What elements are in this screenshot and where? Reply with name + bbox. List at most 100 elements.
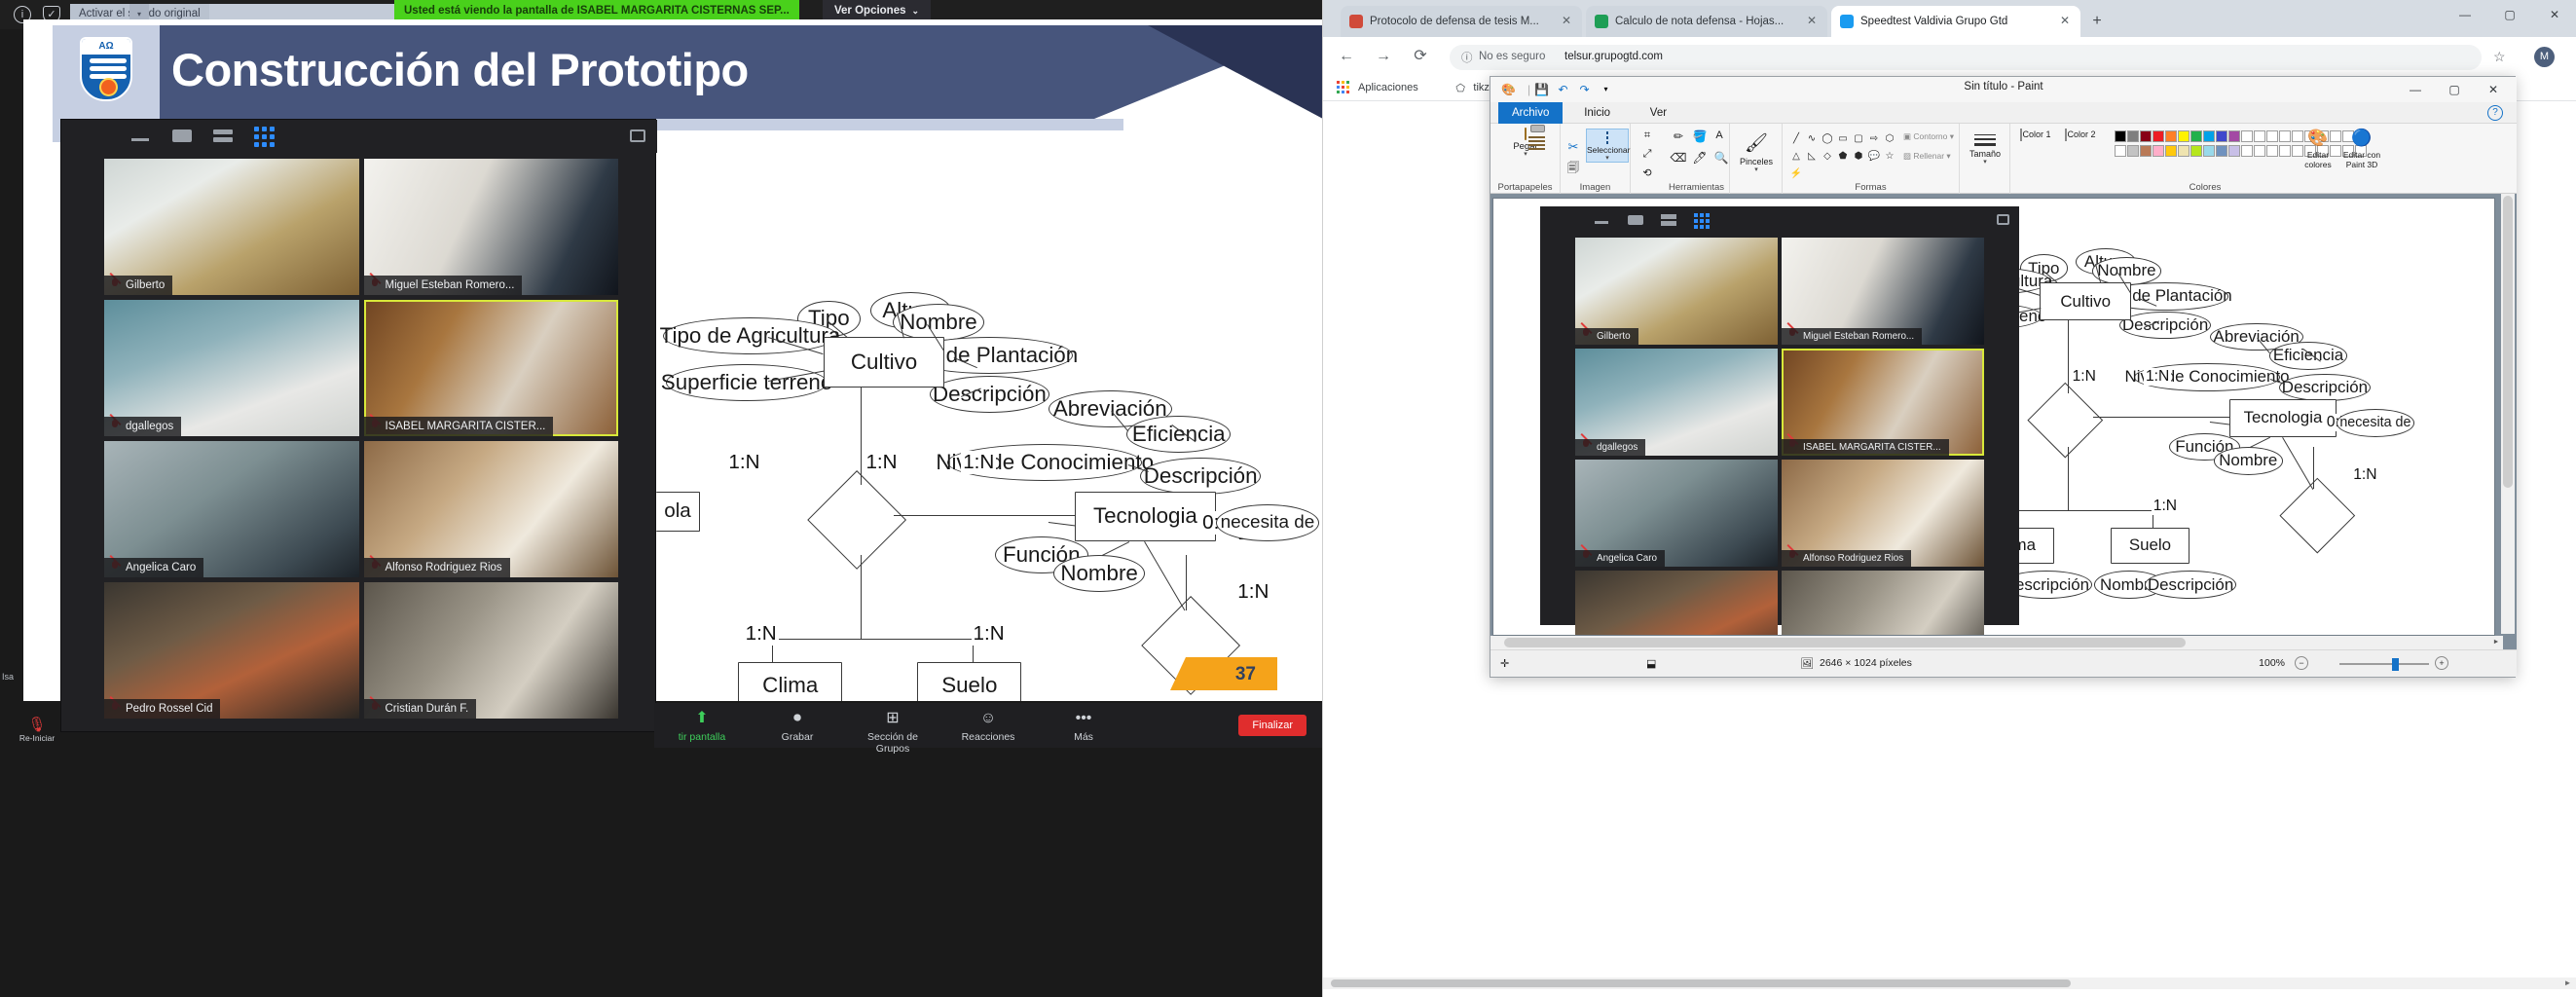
resize-icon[interactable]: ⤢ xyxy=(1635,148,1660,161)
end-meeting-button[interactable]: Finalizar xyxy=(1238,715,1306,736)
paste-caret-icon[interactable]: ▾ xyxy=(1498,151,1553,158)
bookmark-aplicaciones[interactable]: Aplicaciones xyxy=(1358,82,1418,93)
video-tile[interactable]: dgallegos xyxy=(104,300,359,436)
popout-icon[interactable] xyxy=(1997,214,2009,225)
palette-swatch-empty[interactable] xyxy=(2265,129,2278,142)
video-tile[interactable]: ISABEL MARGARITA CISTER... xyxy=(1782,349,1984,456)
video-tile[interactable]: Miguel Esteban Romero... xyxy=(1782,238,1984,345)
select-caret-icon[interactable]: ▾ xyxy=(1587,155,1628,162)
gallery-view-icon[interactable] xyxy=(1694,213,1711,230)
palette-swatch[interactable] xyxy=(2190,144,2202,157)
palette-swatch[interactable] xyxy=(2164,129,2177,142)
tikz-icon[interactable]: ⬠ xyxy=(1455,82,1465,94)
palette-swatch[interactable] xyxy=(2215,129,2227,142)
paint-tab-archivo[interactable]: Archivo xyxy=(1498,102,1564,124)
window-maximize-button[interactable]: ▢ xyxy=(2487,0,2532,29)
palette-swatch[interactable] xyxy=(2152,144,2164,157)
shape-line-icon[interactable]: ╱ xyxy=(1788,132,1804,145)
color2-button[interactable]: Color 2 xyxy=(2061,129,2100,141)
video-tile[interactable]: Gilberto xyxy=(104,159,359,295)
toolbar-more-icon[interactable]: ••• Más xyxy=(1042,709,1125,743)
palette-swatch[interactable] xyxy=(2126,129,2139,142)
palette-swatch[interactable] xyxy=(2164,144,2177,157)
zoom-out-icon[interactable]: − xyxy=(2295,656,2308,670)
page-horizontal-scrollbar[interactable] xyxy=(1323,978,2576,989)
paste-button[interactable]: Pegar ▾ xyxy=(1498,128,1553,158)
palette-swatch-empty[interactable] xyxy=(2253,144,2265,157)
zoom-in-icon[interactable]: + xyxy=(2435,656,2448,670)
video-tile[interactable]: Pedro Rossel Cid xyxy=(1575,571,1778,635)
toolbar-record-icon[interactable]: ⏺ Grabar xyxy=(755,709,839,743)
pencil-icon[interactable]: ✏ xyxy=(1670,129,1687,143)
video-tile[interactable]: Angelica Caro xyxy=(104,441,359,577)
outline-button[interactable]: ▣ Contorno ▾ xyxy=(1903,131,1958,142)
close-icon[interactable]: ✕ xyxy=(2058,14,2072,27)
split-view-icon[interactable] xyxy=(213,129,233,142)
popout-icon[interactable] xyxy=(630,129,645,142)
magnifier-icon[interactable]: 🔍 xyxy=(1712,151,1730,165)
crop-icon[interactable]: ⌗ xyxy=(1635,129,1660,142)
size-button[interactable]: Tamaño ▾ xyxy=(1965,131,2006,166)
palette-swatch[interactable] xyxy=(2215,144,2227,157)
shape-pentagon-icon[interactable]: ⬟ xyxy=(1835,150,1851,163)
paint-tab-ver[interactable]: Ver xyxy=(1637,102,1680,124)
paint-maximize-button[interactable]: ▢ xyxy=(2435,77,2474,102)
shapes-grid[interactable]: ╱ ∿ ◯ ▭ ▢ ⇨ ⬡ △ ◺ ◇ ⬟ ⬢ 💬 ☆ ⚡ xyxy=(1788,129,1897,181)
window-close-button[interactable]: ✕ xyxy=(2532,0,2576,29)
paint-canvas[interactable]: TipoAlturaNombreTipo de AgriculturaAño d… xyxy=(1492,198,2495,636)
palette-swatch[interactable] xyxy=(2190,129,2202,142)
palette-swatch-empty[interactable] xyxy=(2240,144,2253,157)
brushes-button[interactable]: 🖌 Pinceles ▾ xyxy=(1735,131,1778,173)
video-tile[interactable]: Gilberto xyxy=(1575,238,1778,345)
shape-lightning-icon[interactable]: ⚡ xyxy=(1788,167,1804,180)
size-caret-icon[interactable]: ▾ xyxy=(1965,159,2006,166)
select-button[interactable]: Seleccionar ▾ xyxy=(1586,129,1630,163)
edit-colors-button[interactable]: 🎨 Editar colores xyxy=(2299,129,2337,169)
brushes-caret-icon[interactable]: ▾ xyxy=(1735,166,1778,173)
color1-button[interactable]: Color 1 xyxy=(2016,129,2055,141)
shape-rounded-rectangle-icon[interactable]: ▢ xyxy=(1851,132,1866,145)
paint-minimize-button[interactable]: — xyxy=(2396,77,2435,102)
paint-vertical-scrollbar[interactable] xyxy=(2501,194,2515,634)
video-tile[interactable]: ISABEL MARGARITA CISTER... xyxy=(363,300,618,436)
shape-right-triangle-icon[interactable]: ◺ xyxy=(1804,150,1820,163)
address-bar[interactable]: ⓘ No es seguro telsur.grupogtd.com xyxy=(1450,45,2482,70)
fill-button[interactable]: ▨ Rellenar ▾ xyxy=(1903,151,1958,162)
palette-swatch[interactable] xyxy=(2202,129,2215,142)
help-icon[interactable]: ? xyxy=(2487,105,2503,121)
video-tile[interactable]: Alfonso Rodriguez Rios xyxy=(1782,460,1984,567)
chrome-tab[interactable]: Calculo de nota defensa - Hojas... ✕ xyxy=(1586,6,1827,37)
palette-swatch-empty[interactable] xyxy=(2278,144,2291,157)
paint-horizontal-scrollbar[interactable] xyxy=(1490,636,2503,649)
palette-swatch[interactable] xyxy=(2177,144,2190,157)
toolbar-breakout-rooms-icon[interactable]: ⊞ Sección de Grupos xyxy=(851,709,935,755)
cut-scissors-icon[interactable]: ✂ xyxy=(1564,139,1582,155)
fill-bucket-icon[interactable]: 🪣 xyxy=(1691,129,1709,143)
shape-curve-icon[interactable]: ∿ xyxy=(1804,132,1820,145)
hscroll-right-arrow[interactable]: ► xyxy=(2561,978,2574,989)
speaker-view-icon[interactable] xyxy=(1628,215,1643,225)
minimize-icon[interactable] xyxy=(131,138,149,141)
video-tile[interactable]: Angelica Caro xyxy=(1575,460,1778,567)
video-tile[interactable]: dgallegos xyxy=(1575,349,1778,456)
eraser-icon[interactable]: ⌫ xyxy=(1670,151,1687,165)
palette-swatch[interactable] xyxy=(2152,129,2164,142)
close-icon[interactable]: ✕ xyxy=(1560,14,1573,27)
copy-icon[interactable]: 🗐 xyxy=(1564,159,1582,179)
restart-button[interactable]: 🎙 Re-Iniciar xyxy=(8,716,66,743)
chrome-tab[interactable]: Protocolo de defensa de tesis M... ✕ xyxy=(1341,6,1582,37)
shape-rectangle-icon[interactable]: ▭ xyxy=(1835,132,1851,145)
shape-callout-icon[interactable]: 💬 xyxy=(1866,150,1882,163)
paint3d-button[interactable]: 🔵 Editar con Paint 3D xyxy=(2339,129,2384,169)
palette-swatch-empty[interactable] xyxy=(2240,129,2253,142)
zoom-slider[interactable] xyxy=(2339,658,2429,671)
shape-polygon-icon[interactable]: ⬡ xyxy=(1882,132,1897,145)
close-icon[interactable]: ✕ xyxy=(1805,14,1819,27)
shape-triangle-icon[interactable]: △ xyxy=(1788,150,1804,163)
view-options-button[interactable]: Ver Opciones ⌄ xyxy=(823,0,932,21)
paint-close-button[interactable]: ✕ xyxy=(2474,77,2513,102)
shape-oval-icon[interactable]: ◯ xyxy=(1820,132,1835,145)
paint-canvas-area[interactable]: TipoAlturaNombreTipo de AgriculturaAño d… xyxy=(1490,194,2517,651)
palette-swatch[interactable] xyxy=(2114,144,2126,157)
gallery-view-icon[interactable] xyxy=(254,127,275,147)
